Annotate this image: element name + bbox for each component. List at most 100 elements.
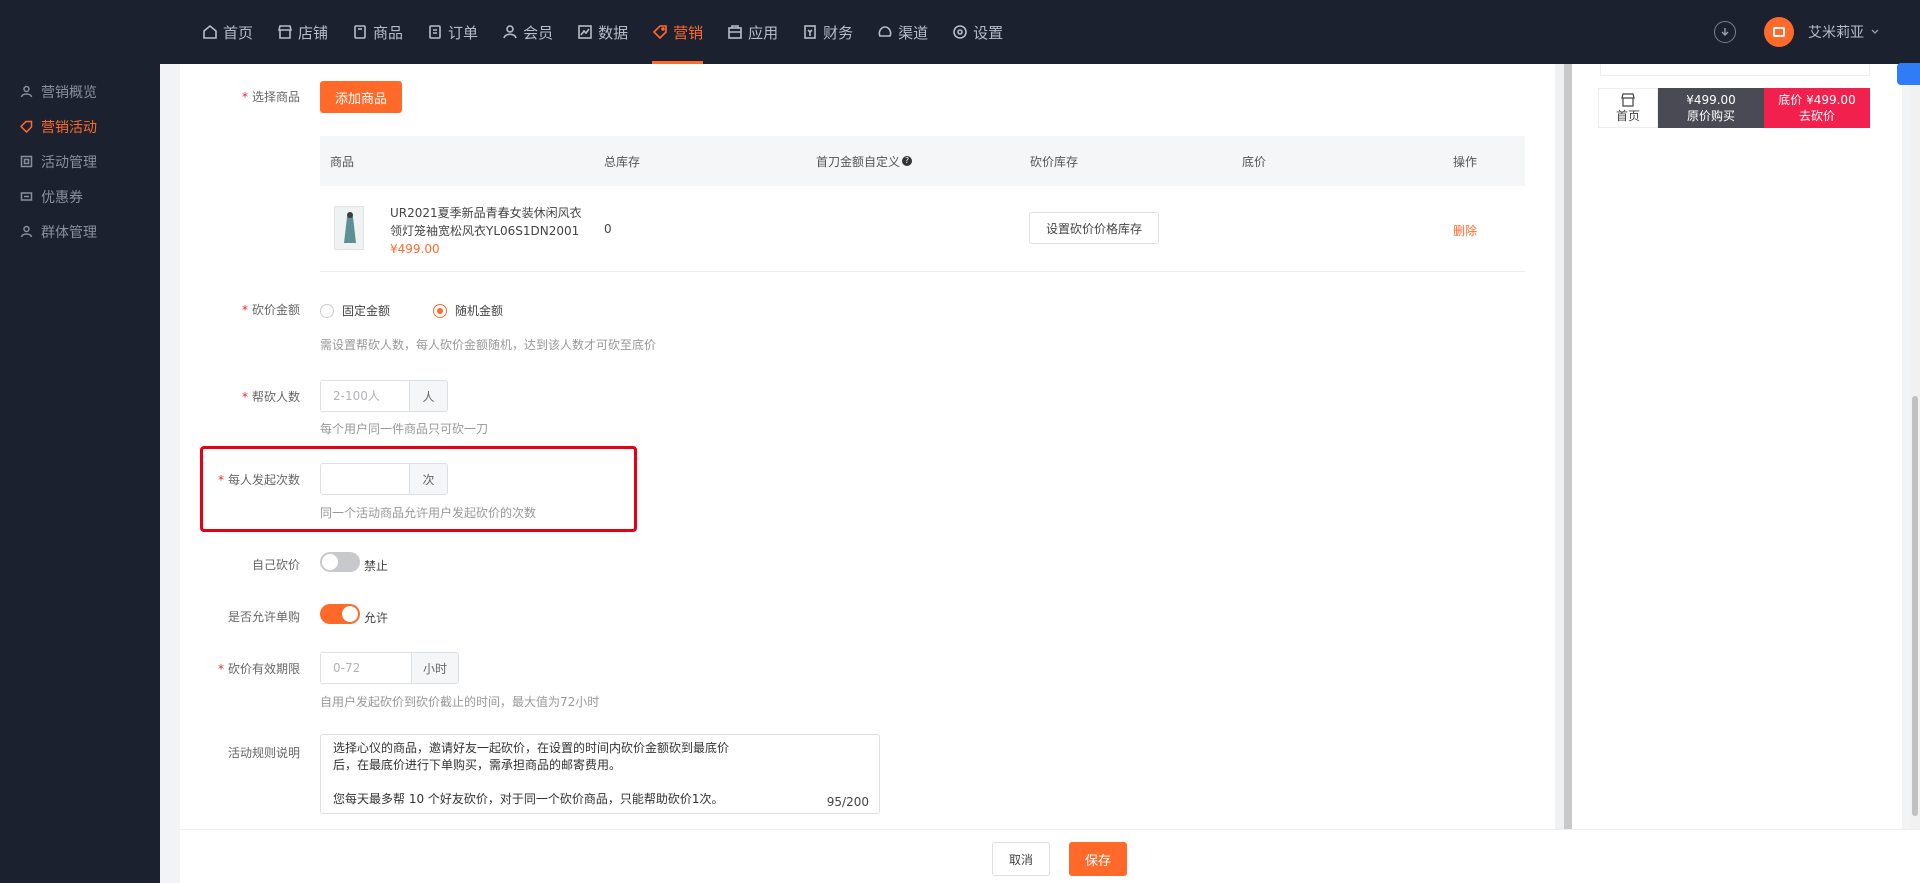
- rules-line: 后，在最底价进行下单购买，需承担商品的邮寄费用。: [333, 758, 622, 772]
- header-floor-price: 底价: [1242, 154, 1267, 169]
- nav-item-label: 数据: [598, 23, 629, 42]
- download-icon[interactable]: [1714, 21, 1736, 43]
- sidebar-item-coupons[interactable]: 优惠券: [0, 179, 160, 214]
- tag-icon: [20, 120, 33, 133]
- sidebar-item-label: 活动管理: [41, 154, 97, 171]
- channel-icon: [878, 26, 892, 37]
- cancel-button[interactable]: 取消: [992, 842, 1050, 876]
- nav-item-shop[interactable]: 店铺: [265, 0, 340, 64]
- page-scroll-thumb[interactable]: [1912, 396, 1918, 816]
- nav-item-goods[interactable]: 商品: [340, 0, 415, 64]
- validity-suffix: 小时: [411, 653, 458, 683]
- table-row: UR2021夏季新品青春女装休闲风衣 领灯笼袖宽松风衣YL06S1DN2001 …: [320, 186, 1525, 272]
- helpers-input[interactable]: [321, 381, 409, 411]
- nav-menu: 首页 店铺 商品 订单 会员 数据 营销 应用 财务 渠道 设置: [190, 0, 1015, 64]
- nav-item-data[interactable]: 数据: [565, 0, 640, 64]
- char-count: 95/200: [826, 795, 869, 809]
- tag-icon: [652, 25, 667, 40]
- radio-dot: [433, 303, 447, 318]
- finance-icon: [804, 25, 816, 39]
- preview-panel: 首页 ¥499.00 原价购买 底价 ¥499.00 去砍价: [1572, 64, 1902, 829]
- nav-item-order[interactable]: 订单: [415, 0, 490, 64]
- goods-icon: [354, 25, 366, 39]
- group-icon: [20, 225, 33, 238]
- single-buy-toggle[interactable]: [320, 604, 360, 624]
- radio-random-amount[interactable]: 随机金额: [433, 302, 503, 319]
- nav-item-finance[interactable]: 财务: [790, 0, 865, 64]
- header-goods: 商品: [330, 154, 355, 169]
- nav-item-label: 店铺: [298, 23, 329, 42]
- shop-icon: [1621, 92, 1635, 107]
- nav-item-label: 渠道: [898, 23, 929, 42]
- preview-home-label: 首页: [1615, 108, 1640, 123]
- member-icon: [503, 25, 517, 39]
- sidebar-item-label: 优惠券: [41, 189, 83, 206]
- footer-bar: 取消 保存: [180, 829, 1920, 883]
- user-name: 艾米莉亚: [1808, 25, 1864, 41]
- list-icon: [20, 155, 33, 168]
- header-first-cut: 首刀金额自定义 ?: [816, 153, 913, 170]
- header-total-stock: 总库存: [604, 154, 641, 169]
- set-bargain-stock-button[interactable]: 设置砍价价格库存: [1029, 212, 1159, 244]
- sidebar-item-label: 营销概览: [41, 84, 97, 101]
- toggle-knob: [322, 554, 338, 570]
- helpers-hint: 每个用户同一件商品只可砍一刀: [320, 422, 489, 436]
- toggle-knob: [342, 606, 358, 622]
- preview-original-buy[interactable]: ¥499.00 原价购买: [1658, 88, 1764, 128]
- bargain-amount-hint: 需设置帮砍人数，每人砍价金额随机，达到该人数才可砍至底价: [320, 338, 657, 352]
- preview-go-bargain[interactable]: 底价 ¥499.00 去砍价: [1764, 88, 1870, 128]
- nav-item-marketing[interactable]: 营销: [640, 0, 715, 64]
- user-icon: [20, 85, 33, 98]
- order-icon: [429, 25, 441, 39]
- nav-item-label: 订单: [448, 23, 479, 42]
- nav-item-home[interactable]: 首页: [190, 0, 265, 64]
- sidebar-item-activities[interactable]: 营销活动: [0, 109, 160, 144]
- rules-textarea[interactable]: 选择心仪的商品，邀请好友一起砍价，在设置的时间内砍价金额砍到最底价 后，在最底价…: [320, 734, 880, 814]
- nav-item-app[interactable]: 应用: [715, 0, 790, 64]
- goods-table: 商品 总库存 首刀金额自定义 ? 砍价库存 底价 操作 UR2021夏季新品青春…: [320, 136, 1525, 272]
- sidebar-item-label: 群体管理: [41, 224, 97, 241]
- add-goods-button[interactable]: 添加商品: [320, 81, 402, 113]
- header-bargain-stock: 砍价库存: [1030, 154, 1079, 169]
- delete-link[interactable]: 删除: [1453, 222, 1477, 239]
- chart-icon: [578, 25, 592, 39]
- product-name-line1: UR2021夏季新品青春女装休闲风衣: [390, 206, 582, 220]
- save-button[interactable]: 保存: [1069, 842, 1127, 876]
- self-bargain-state: 禁止: [364, 559, 389, 573]
- avatar[interactable]: [1764, 17, 1794, 47]
- preview-top: [1600, 64, 1870, 76]
- float-tool-button[interactable]: [1897, 63, 1920, 85]
- table-header: 商品 总库存 首刀金额自定义 ? 砍价库存 底价 操作: [320, 136, 1525, 186]
- original-buy-label: 原价购买: [1686, 109, 1735, 123]
- nav-item-label: 应用: [748, 23, 779, 42]
- helpers-input-group: 人: [320, 380, 448, 412]
- product-stock: 0: [604, 222, 612, 236]
- validity-hint: 自用户发起砍价到砍价截止的时间，最大值为72小时: [320, 695, 600, 709]
- rules-label: 活动规则说明: [227, 746, 300, 760]
- nav-item-settings[interactable]: 设置: [940, 0, 1015, 64]
- nav-item-channel[interactable]: 渠道: [865, 0, 940, 64]
- sidebar-item-overview[interactable]: 营销概览: [0, 74, 160, 109]
- coupon-icon: [20, 192, 33, 201]
- validity-input[interactable]: [321, 653, 411, 683]
- sidebar-item-activity-management[interactable]: 活动管理: [0, 144, 160, 179]
- radio-label: 固定金额: [342, 304, 391, 318]
- sidebar-item-label: 营销活动: [41, 119, 97, 136]
- product-thumbnail: [334, 206, 364, 250]
- bargain-amount-label: * 砍价金额: [241, 303, 300, 317]
- user-menu[interactable]: 艾米莉亚: [1808, 22, 1880, 42]
- form-card: *选择商品 添加商品 商品 总库存 首刀金额自定义 ? 砍价库存 底价 操作: [180, 64, 1580, 829]
- info-icon[interactable]: ?: [902, 156, 913, 166]
- self-bargain-toggle[interactable]: [320, 552, 360, 572]
- validity-input-group: 小时: [320, 652, 459, 684]
- header-first-cut-label: 首刀金额自定义: [816, 154, 901, 169]
- nav-item-label: 营销: [673, 23, 704, 42]
- radio-fixed-amount[interactable]: 固定金额: [320, 302, 390, 319]
- highlight-box: [200, 446, 637, 532]
- header-actions: 操作: [1453, 154, 1478, 169]
- sidebar-item-groups[interactable]: 群体管理: [0, 214, 160, 249]
- single-buy-state: 允许: [364, 611, 389, 625]
- nav-item-member[interactable]: 会员: [490, 0, 565, 64]
- original-price: ¥499.00: [1686, 93, 1736, 107]
- preview-home[interactable]: 首页: [1598, 88, 1658, 128]
